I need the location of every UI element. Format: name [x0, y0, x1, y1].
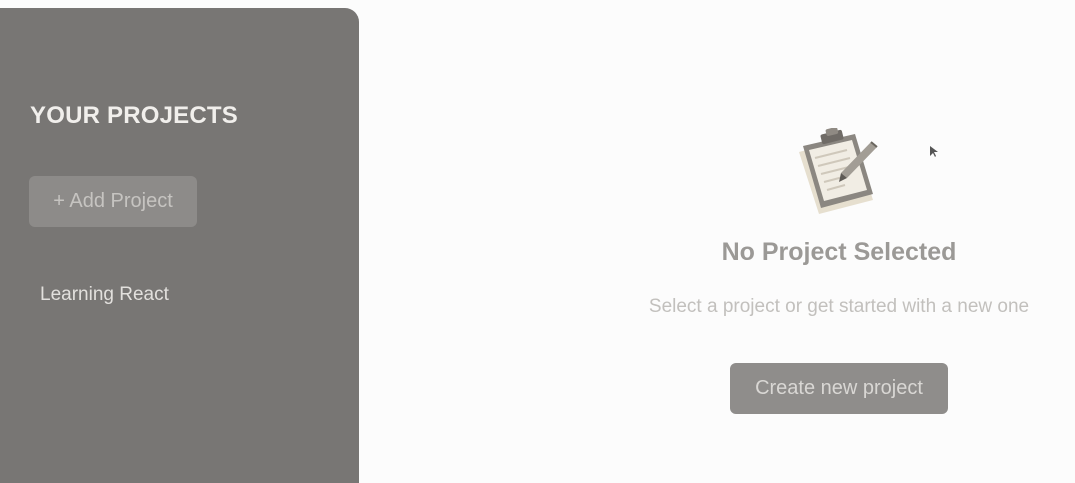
empty-state-title: No Project Selected: [721, 238, 957, 266]
empty-state-title-container: No Project Selected: [639, 238, 1039, 267]
create-new-project-button[interactable]: Create new project: [730, 363, 948, 414]
add-project-button[interactable]: + Add Project: [29, 176, 197, 227]
project-list: Learning React: [0, 276, 359, 314]
clipboard-with-pen-icon: [799, 128, 878, 214]
project-item-learning-react[interactable]: Learning React: [0, 276, 359, 314]
main-content: No Project Selected Select a project or …: [359, 0, 1075, 483]
app-root: YOUR PROJECTS + Add Project Learning Rea…: [0, 0, 1075, 483]
sidebar-title: YOUR PROJECTS: [30, 102, 238, 129]
projects-sidebar: YOUR PROJECTS + Add Project Learning Rea…: [0, 8, 359, 483]
mouse-pointer-icon: [930, 146, 938, 157]
empty-state-subtitle: Select a project or get started with a n…: [648, 296, 1030, 317]
